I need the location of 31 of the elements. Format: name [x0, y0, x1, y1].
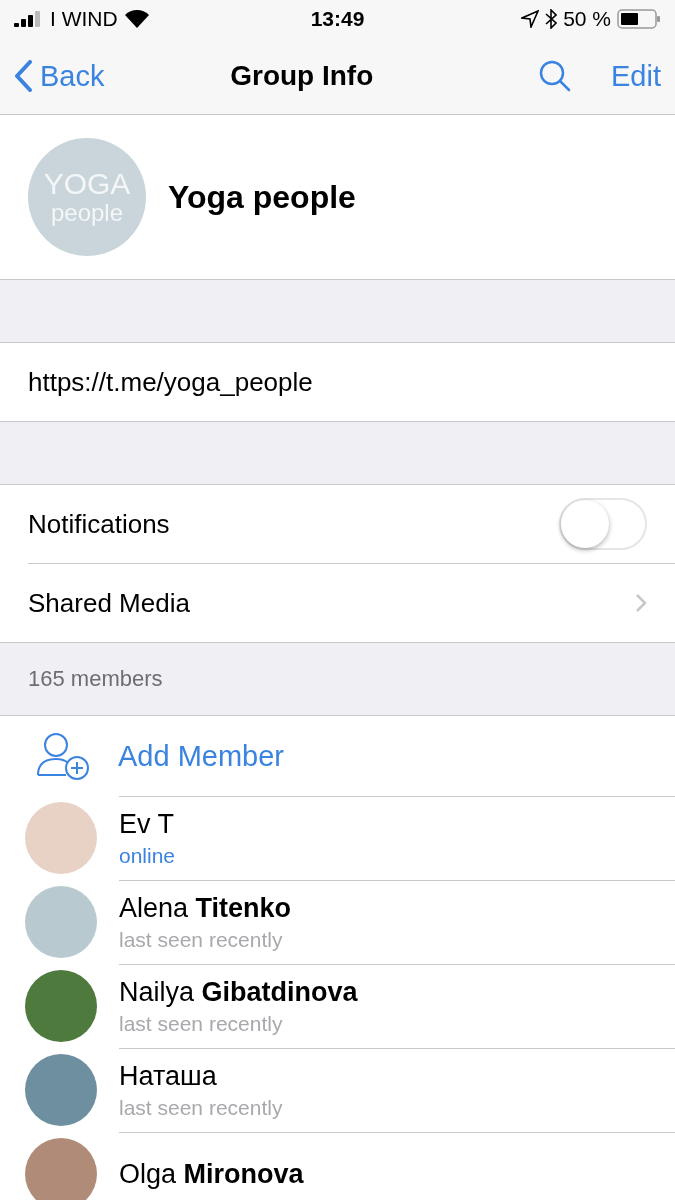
member-name[interactable]: Наташа [119, 1061, 675, 1092]
member-name[interactable]: Nailya Gibatdinova [119, 977, 675, 1008]
group-name: Yoga people [168, 178, 356, 216]
member-name[interactable]: Alena Titenko [119, 893, 675, 924]
screen-title: Group Info [229, 60, 375, 92]
carrier-name: I WIND [50, 7, 118, 31]
battery-icon [617, 9, 661, 29]
member-status: last seen recently [119, 1096, 284, 1120]
setting-label: Notifications [28, 508, 170, 540]
member-name[interactable]: Ev T [119, 809, 675, 840]
member-status: online [119, 844, 177, 868]
search-icon[interactable] [539, 60, 571, 92]
add-person-icon[interactable] [36, 731, 92, 781]
setting-label: Shared Media [28, 587, 190, 619]
bluetooth-icon [545, 9, 558, 29]
location-arrow-icon [521, 10, 540, 28]
back-button[interactable]: Back [14, 59, 105, 93]
invite-link[interactable]: https://t.me/yoga_people [0, 343, 675, 421]
clock-time: 13:49 [310, 7, 365, 31]
wifi-icon [123, 9, 150, 29]
edit-button[interactable]: Edit [611, 59, 661, 93]
add-member-button[interactable]: Add Member [118, 739, 284, 773]
member-status: last seen recently [119, 928, 284, 952]
member-status: last seen recently [119, 1012, 284, 1036]
chevron-left-icon [14, 60, 32, 92]
battery-percentage: 50 % [563, 7, 611, 31]
members-count: 165 members [28, 666, 163, 692]
chevron-right-icon [635, 593, 647, 613]
member-name[interactable]: Olga Mironova [119, 1159, 675, 1190]
avatar-photo-placeholder [25, 1138, 97, 1200]
notifications-toggle[interactable] [559, 498, 647, 550]
